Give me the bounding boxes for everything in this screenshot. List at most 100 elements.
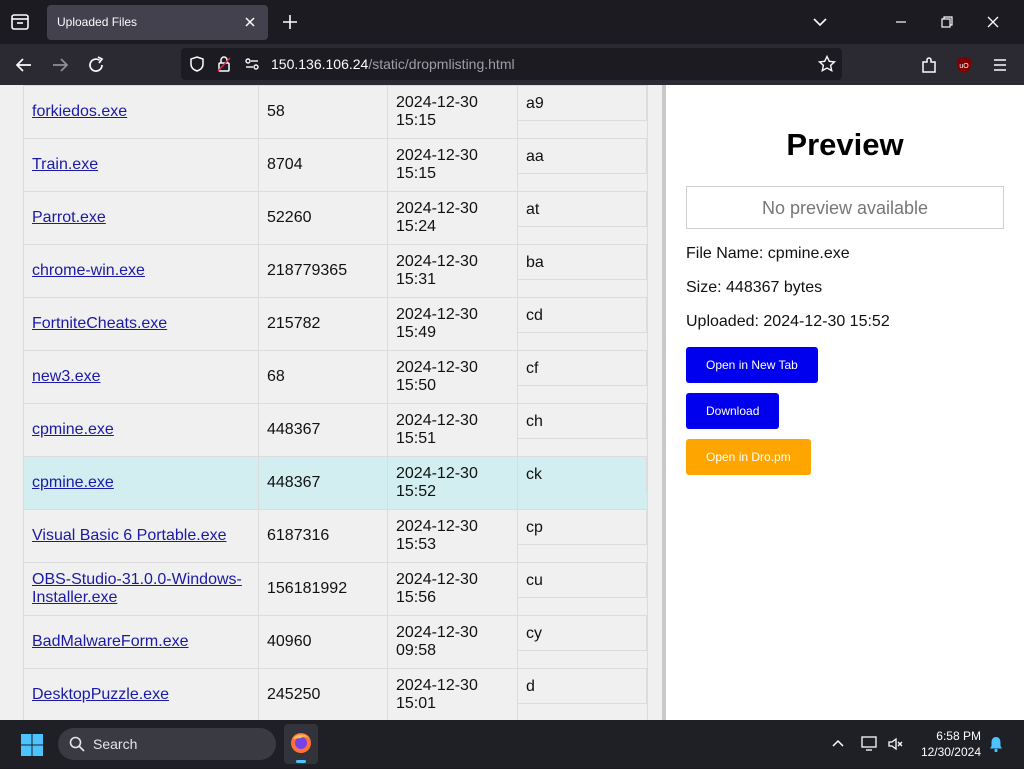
file-date-cell: 2024-12-30 15:50 [387,350,518,404]
table-row[interactable]: FortniteCheats.exe 215782 2024-12-30 15:49 c… [23,297,648,351]
menu-hamburger-icon[interactable] [989,54,1011,76]
file-id-cell: cy [517,615,648,669]
windows-taskbar: Search 6:58 PM 12/30/2024 [0,720,1024,768]
open-in-dropm-button[interactable]: Open in Dro.pm [686,439,811,475]
download-button[interactable]: Download [686,393,780,429]
minimize-icon[interactable] [891,12,911,32]
url-host: 150.136.106.24 [271,56,369,72]
file-id: ch [518,404,647,439]
file-name-cell: new3.exe [23,350,259,404]
clock-time: 6:58 PM [936,729,981,743]
file-link[interactable]: DesktopPuzzle.exe [32,686,169,703]
file-link[interactable]: new3.exe [32,368,101,385]
upload-time: 15:56 [396,589,437,606]
upload-time: 15:31 [396,271,437,288]
upload-date: 2024-12-30 [396,571,478,588]
preview-pane: Preview No preview available File Name: … [666,85,1024,720]
upload-time: 15:15 [396,165,437,182]
file-id-cell: aa [517,138,648,192]
tab-list-icon[interactable] [8,10,32,34]
file-id: cp [518,510,647,545]
file-id: cf [518,351,647,386]
table-row[interactable]: Train.exe 8704 2024-12-30 15:15 aa [23,138,648,192]
upload-date: 2024-12-30 [396,147,478,164]
file-name-cell: cpmine.exe [23,403,259,457]
file-size-cell: 58 [258,85,388,139]
file-date-cell: 2024-12-30 15:56 [387,562,518,616]
preview-file-size: Size: 448367 bytes [686,279,823,296]
taskbar-search[interactable]: Search [58,728,276,760]
upload-date: 2024-12-30 [396,200,478,217]
file-link[interactable]: Train.exe [32,156,98,173]
show-hidden-icons-chevron-icon[interactable] [829,735,847,753]
new-tab-plus-icon[interactable] [279,11,301,33]
file-size-cell: 245250 [258,668,388,720]
file-id-cell: d [517,668,648,720]
file-date-cell: 2024-12-30 15:31 [387,244,518,298]
file-name-cell: FortniteCheats.exe [23,297,259,351]
close-window-icon[interactable] [983,12,1003,32]
file-link[interactable]: Visual Basic 6 Portable.exe [32,527,226,544]
file-date-cell: 2024-12-30 15:49 [387,297,518,351]
file-name-cell: Visual Basic 6 Portable.exe [23,509,259,563]
file-link[interactable]: cpmine.exe [32,421,114,438]
insecure-lock-icon[interactable] [214,54,234,74]
ublock-origin-icon[interactable]: uO [953,54,975,76]
permissions-icon[interactable] [242,54,262,74]
file-date-cell: 2024-12-30 15:15 [387,85,518,139]
shield-icon[interactable] [187,54,207,74]
table-row[interactable]: new3.exe 68 2024-12-30 15:50 cf [23,350,648,404]
file-link[interactable]: chrome-win.exe [32,262,145,279]
file-id: cy [518,616,647,651]
taskbar-clock[interactable]: 6:58 PM 12/30/2024 [921,728,981,760]
table-row[interactable]: OBS-Studio-31.0.0-Windows- Installer.exe 1… [23,562,648,616]
tab-uploaded-files[interactable]: Uploaded Files [47,5,268,40]
upload-time: 15:52 [396,483,437,500]
file-link[interactable]: OBS-Studio-31.0.0-Windows- Installer.exe [32,571,242,606]
file-id: cd [518,298,647,333]
forward-arrow-icon[interactable] [49,54,71,76]
file-link[interactable]: cpmine.exe [32,474,114,491]
no-preview-box: No preview available [686,186,1004,229]
network-icon[interactable] [860,734,880,754]
restore-icon[interactable] [937,12,957,32]
extensions-puzzle-icon[interactable] [918,54,940,76]
firefox-taskbar-button[interactable] [284,724,318,764]
open-new-tab-button[interactable]: Open in New Tab [686,347,818,383]
table-row[interactable]: Visual Basic 6 Portable.exe 6187316 2024-1… [23,509,648,563]
table-row[interactable]: cpmine.exe 448367 2024-12-30 15:51 ch [23,403,648,457]
table-row[interactable]: Parrot.exe 52260 2024-12-30 15:24 at [23,191,648,245]
tab-bar: Uploaded Files [0,0,1024,44]
windows-start-icon[interactable] [20,733,44,757]
url-text: 150.136.106.24/static/dropmlisting.html [271,56,515,72]
table-row[interactable]: cpmine.exe 448367 2024-12-30 15:52 ck [23,456,648,510]
preview-file-name: File Name: cpmine.exe [686,245,850,262]
table-row[interactable]: DesktopPuzzle.exe 245250 2024-12-30 15:01 d [23,668,648,720]
bookmark-star-icon[interactable] [817,54,837,74]
reload-icon[interactable] [85,54,107,76]
tab-close-icon[interactable] [240,12,260,32]
file-id: aa [518,139,647,174]
file-link[interactable]: BadMalwareForm.exe [32,633,189,650]
table-row[interactable]: BadMalwareForm.exe 40960 2024-12-30 09:58 cy [23,615,648,669]
url-path: /static/dropmlisting.html [368,56,515,72]
volume-muted-icon[interactable] [886,734,906,754]
file-name-cell: OBS-Studio-31.0.0-Windows- Installer.exe [23,562,259,616]
upload-date: 2024-12-30 [396,518,478,535]
back-arrow-icon[interactable] [13,54,35,76]
file-link[interactable]: FortniteCheats.exe [32,315,167,332]
table-row[interactable]: chrome-win.exe 218779365 2024-12-30 15:31 ba [23,244,648,298]
preview-uploaded: Uploaded: 2024-12-30 15:52 [686,313,890,330]
file-id: ck [518,457,647,492]
file-link[interactable]: forkiedos.exe [32,103,127,120]
file-link[interactable]: Parrot.exe [32,209,106,226]
file-id-cell: cp [517,509,648,563]
upload-date: 2024-12-30 [396,359,478,376]
file-listing-pane[interactable]: forkiedos.exe 58 2024-12-30 15:15 a9 Train.ex… [0,85,662,720]
notification-bell-icon[interactable] [987,735,1005,753]
address-bar[interactable]: 150.136.106.24/static/dropmlisting.html [181,48,842,80]
upload-time: 09:58 [396,642,437,659]
upload-date: 2024-12-30 [396,624,478,641]
list-all-tabs-chevron-icon[interactable] [810,12,830,32]
table-row[interactable]: forkiedos.exe 58 2024-12-30 15:15 a9 [23,85,648,139]
